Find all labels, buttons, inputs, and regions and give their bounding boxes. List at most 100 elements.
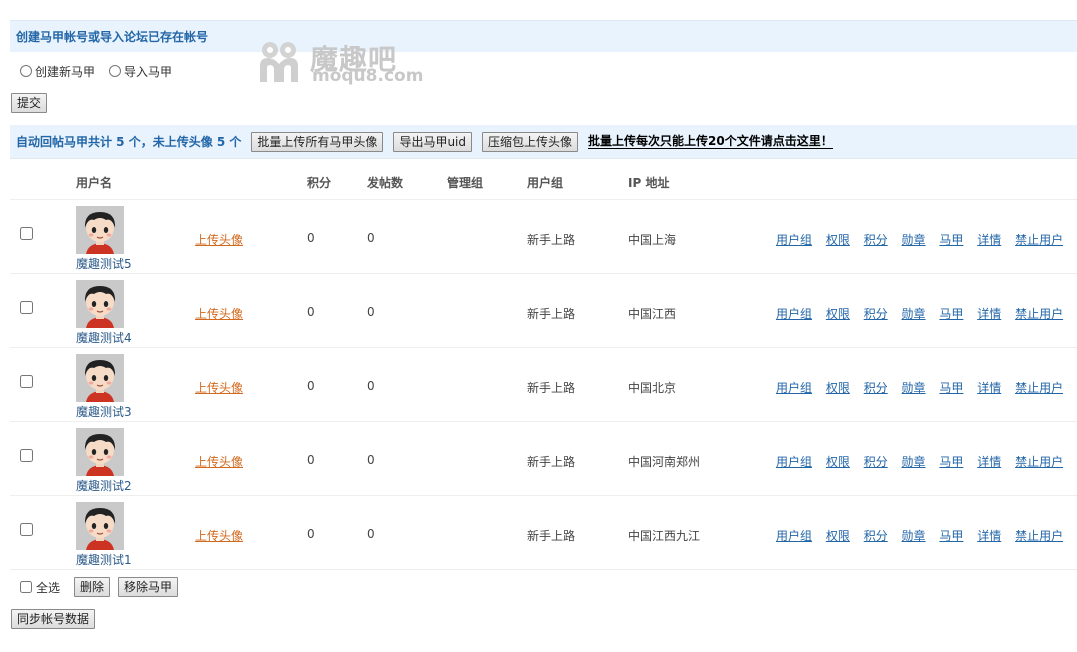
action-permissions-link[interactable]: 权限 <box>826 455 850 469</box>
row-checkbox[interactable] <box>20 301 33 314</box>
action-details-link[interactable]: 详情 <box>977 307 1001 321</box>
delete-button[interactable]: 删除 <box>74 577 111 597</box>
action-details-link[interactable]: 详情 <box>977 381 1001 395</box>
remove-vest-button[interactable]: 移除马甲 <box>118 577 179 597</box>
header-credits: 积分 <box>307 176 332 190</box>
row-username[interactable]: 魔趣测试4 <box>76 329 132 346</box>
table-row: 魔趣测试5 上传头像 0 0 新手上路 中国上海 用户组 权限 积分 勋章 马甲… <box>10 200 1077 274</box>
action-details-link[interactable]: 详情 <box>977 529 1001 543</box>
row-ip-location: 中国河南郑州 <box>628 455 701 469</box>
row-user-group: 新手上路 <box>527 233 576 247</box>
import-vest-option[interactable]: 导入马甲 <box>109 63 172 80</box>
avatar <box>76 206 124 254</box>
action-vest-link[interactable]: 马甲 <box>939 233 963 247</box>
upload-avatar-link[interactable]: 上传头像 <box>195 453 243 470</box>
watermark: 魔趣吧 moqu8.com <box>258 38 428 86</box>
zip-upload-avatars-button[interactable]: 压缩包上传头像 <box>482 131 579 152</box>
submit-button[interactable]: 提交 <box>11 93 48 113</box>
upload-avatar-link[interactable]: 上传头像 <box>195 527 243 544</box>
row-checkbox[interactable] <box>20 375 33 388</box>
action-user-group-link[interactable]: 用户组 <box>776 529 812 543</box>
action-user-group-link[interactable]: 用户组 <box>776 455 812 469</box>
action-credits-link[interactable]: 积分 <box>864 233 888 247</box>
row-username[interactable]: 魔趣测试1 <box>76 551 132 568</box>
row-posts: 0 <box>367 527 375 541</box>
row-username[interactable]: 魔趣测试5 <box>76 255 132 272</box>
table-row: 魔趣测试1 上传头像 0 0 新手上路 中国江西九江 用户组 权限 积分 勋章 … <box>10 496 1077 570</box>
vest-toolbar: 自动回帖马甲共计 5 个，未上传头像 5 个 批量上传所有马甲头像 导出马甲ui… <box>10 125 1077 159</box>
avatar <box>76 354 124 402</box>
action-ban-user-link[interactable]: 禁止用户 <box>1015 529 1063 543</box>
header-admin-group: 管理组 <box>447 176 484 190</box>
action-ban-user-link[interactable]: 禁止用户 <box>1015 233 1063 247</box>
action-permissions-link[interactable]: 权限 <box>826 233 850 247</box>
action-permissions-link[interactable]: 权限 <box>826 381 850 395</box>
action-credits-link[interactable]: 积分 <box>864 307 888 321</box>
row-username[interactable]: 魔趣测试2 <box>76 477 132 494</box>
header-username: 用户名 <box>76 176 113 190</box>
action-user-group-link[interactable]: 用户组 <box>776 307 812 321</box>
table-row: 魔趣测试2 上传头像 0 0 新手上路 中国河南郑州 用户组 权限 积分 勋章 … <box>10 422 1077 496</box>
action-credits-link[interactable]: 积分 <box>864 381 888 395</box>
sync-account-data-button[interactable]: 同步帐号数据 <box>11 609 96 629</box>
row-posts: 0 <box>367 231 375 245</box>
vest-table: 用户名 积分 发帖数 管理组 用户组 IP 地址 魔趣测试5 上传头像 0 0 … <box>10 162 1077 570</box>
row-credits: 0 <box>307 527 315 541</box>
action-ban-user-link[interactable]: 禁止用户 <box>1015 381 1063 395</box>
upload-avatar-link[interactable]: 上传头像 <box>195 379 243 396</box>
action-user-group-link[interactable]: 用户组 <box>776 233 812 247</box>
action-medals-link[interactable]: 勋章 <box>902 381 926 395</box>
avatar <box>76 428 124 476</box>
import-vest-label: 导入马甲 <box>124 64 173 79</box>
action-vest-link[interactable]: 马甲 <box>939 455 963 469</box>
row-posts: 0 <box>367 453 375 467</box>
table-row: 魔趣测试3 上传头像 0 0 新手上路 中国北京 用户组 权限 积分 勋章 马甲… <box>10 348 1077 422</box>
batch-upload-note-link[interactable]: 批量上传每次只能上传20个文件请点击这里！ <box>588 134 833 149</box>
create-vest-header: 创建马甲帐号或导入论坛已存在帐号 <box>10 20 1077 52</box>
vest-management-page: 创建马甲帐号或导入论坛已存在帐号 魔趣吧 moqu8.com 创建新马甲 导入马… <box>0 0 1077 652</box>
upload-avatar-link[interactable]: 上传头像 <box>195 231 243 248</box>
action-permissions-link[interactable]: 权限 <box>826 529 850 543</box>
action-details-link[interactable]: 详情 <box>977 455 1001 469</box>
upload-avatar-link[interactable]: 上传头像 <box>195 305 243 322</box>
row-user-group: 新手上路 <box>527 307 576 321</box>
select-all-label: 全选 <box>36 580 61 595</box>
row-actions: 用户组 权限 积分 勋章 马甲 详情 禁止用户 <box>776 305 1073 322</box>
default-avatar-icon <box>76 502 124 550</box>
action-permissions-link[interactable]: 权限 <box>826 307 850 321</box>
action-medals-link[interactable]: 勋章 <box>902 455 926 469</box>
import-vest-radio[interactable] <box>109 65 122 77</box>
avatar <box>76 280 124 328</box>
row-ip-location: 中国上海 <box>628 233 677 247</box>
action-user-group-link[interactable]: 用户组 <box>776 381 812 395</box>
action-ban-user-link[interactable]: 禁止用户 <box>1015 307 1063 321</box>
row-ip-location: 中国北京 <box>628 381 677 395</box>
row-actions: 用户组 权限 积分 勋章 马甲 详情 禁止用户 <box>776 453 1073 470</box>
export-uid-button[interactable]: 导出马甲uid <box>393 131 472 152</box>
table-header: 用户名 积分 发帖数 管理组 用户组 IP 地址 <box>10 162 1077 200</box>
row-checkbox[interactable] <box>20 227 33 240</box>
select-all-checkbox[interactable] <box>20 581 32 593</box>
action-ban-user-link[interactable]: 禁止用户 <box>1015 455 1063 469</box>
action-medals-link[interactable]: 勋章 <box>902 307 926 321</box>
action-credits-link[interactable]: 积分 <box>864 455 888 469</box>
row-posts: 0 <box>367 305 375 319</box>
select-all-option[interactable]: 全选 <box>20 579 60 596</box>
watermark-logo-icon <box>260 42 298 82</box>
default-avatar-icon <box>76 354 124 402</box>
create-new-vest-option[interactable]: 创建新马甲 <box>20 63 95 80</box>
row-checkbox[interactable] <box>20 449 33 462</box>
action-credits-link[interactable]: 积分 <box>864 529 888 543</box>
batch-upload-avatars-button[interactable]: 批量上传所有马甲头像 <box>251 131 384 152</box>
action-vest-link[interactable]: 马甲 <box>939 529 963 543</box>
row-credits: 0 <box>307 231 315 245</box>
row-checkbox[interactable] <box>20 523 33 536</box>
action-medals-link[interactable]: 勋章 <box>902 233 926 247</box>
row-actions: 用户组 权限 积分 勋章 马甲 详情 禁止用户 <box>776 527 1073 544</box>
create-new-vest-radio[interactable] <box>20 65 32 77</box>
action-vest-link[interactable]: 马甲 <box>939 381 963 395</box>
action-details-link[interactable]: 详情 <box>977 233 1001 247</box>
action-vest-link[interactable]: 马甲 <box>939 307 963 321</box>
action-medals-link[interactable]: 勋章 <box>902 529 926 543</box>
row-username[interactable]: 魔趣测试3 <box>76 403 132 420</box>
